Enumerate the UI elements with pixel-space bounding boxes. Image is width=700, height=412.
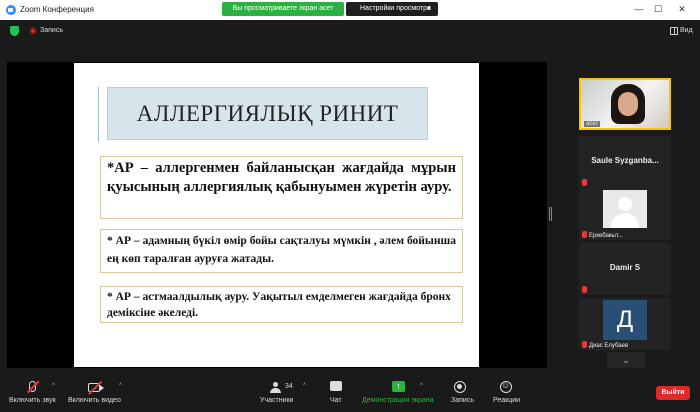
title-bar: Zoom Конференция Вы просматриваете экран…	[0, 0, 700, 20]
smile-icon: ☺	[501, 380, 511, 390]
share-options-caret[interactable]: ^	[420, 383, 423, 389]
zoom-logo-icon	[6, 5, 16, 15]
record-icon[interactable]	[454, 381, 466, 393]
screen-share-banner: Вы просматриваете экран асет	[222, 2, 344, 16]
unmute-button-label[interactable]: Включить звук	[9, 397, 56, 404]
slide-text-box-3: * АР – астмаалдылық ауру. Уақытыл емделм…	[100, 286, 463, 323]
avatar: Д	[603, 300, 647, 340]
chevron-down-icon: ▼	[426, 6, 432, 12]
participant-tile[interactable]: Saule Syzganba...	[579, 136, 671, 188]
chat-icon[interactable]	[330, 381, 342, 391]
participants-icon[interactable]	[270, 382, 282, 393]
slide-text-box-2: * АР – адамның бүкіл өмір бойы сақталуы …	[100, 229, 463, 273]
start-video-button-label[interactable]: Включить видео	[68, 397, 121, 404]
share-screen-button-label[interactable]: Демонстрация экрана	[362, 397, 434, 404]
participant-tile[interactable]: Еркебакыт...	[579, 188, 671, 240]
participant-name: Еркебакыт...	[589, 233, 623, 239]
participant-name: асет	[584, 121, 601, 127]
participant-tile-video[interactable]: асет	[579, 78, 671, 130]
slide-title: АЛЛЕРГИЯЛЫҚ РИНИТ	[107, 87, 428, 140]
share-screen-icon[interactable]: ↑	[392, 381, 405, 392]
default-avatar-icon	[603, 190, 647, 228]
security-shield-icon[interactable]	[10, 26, 19, 36]
video-options-caret[interactable]: ^	[119, 383, 122, 389]
reactions-button-label[interactable]: Реакции	[493, 397, 520, 404]
view-options-button[interactable]: Настройки просмотра ▼	[346, 2, 438, 16]
audio-options-caret[interactable]: ^	[52, 383, 55, 389]
participants-options-caret[interactable]: ^	[303, 383, 306, 389]
window-title: Zoom Конференция	[20, 5, 94, 14]
participant-name: Диас Елубаев	[589, 343, 629, 349]
camera-lens-icon	[100, 385, 104, 391]
recording-indicator-icon	[29, 27, 37, 35]
slide-text-box-1: *АР – аллергенмен байланысқан жағдайда м…	[100, 156, 463, 219]
close-button[interactable]: ✕	[673, 2, 691, 16]
chat-button-label[interactable]: Чат	[330, 397, 342, 404]
view-options-label: Настройки просмотра	[360, 5, 431, 12]
participants-count: 34	[285, 383, 293, 390]
panel-resize-handle[interactable]	[549, 207, 552, 221]
slide-vertical-rule	[98, 87, 99, 142]
recording-label[interactable]: Запись	[40, 27, 63, 34]
meeting-top-bar	[0, 20, 700, 42]
muted-mic-icon	[582, 286, 587, 293]
leave-meeting-button[interactable]: Выйти	[656, 386, 690, 400]
participants-button-label[interactable]: Участники	[260, 397, 293, 404]
maximize-button[interactable]: ☐	[649, 2, 667, 16]
view-button-label[interactable]: Вид	[680, 27, 693, 34]
participant-name: Saule Syzganba...	[591, 156, 659, 165]
view-grid-icon[interactable]	[670, 27, 678, 35]
scroll-down-button[interactable]: ⌄	[607, 352, 645, 368]
participant-tile[interactable]: Damir S	[579, 243, 671, 295]
minimize-button[interactable]: —	[630, 2, 648, 16]
participant-tile[interactable]: Д Диас Елубаев	[579, 298, 671, 350]
muted-mic-icon	[582, 179, 587, 186]
record-button-label[interactable]: Запись	[451, 397, 474, 404]
participant-name: Damir S	[609, 263, 641, 272]
muted-mic-icon	[582, 231, 587, 238]
muted-mic-icon	[582, 341, 587, 348]
reactions-icon[interactable]: ☺	[500, 380, 512, 393]
meeting-toolbar	[0, 372, 700, 412]
